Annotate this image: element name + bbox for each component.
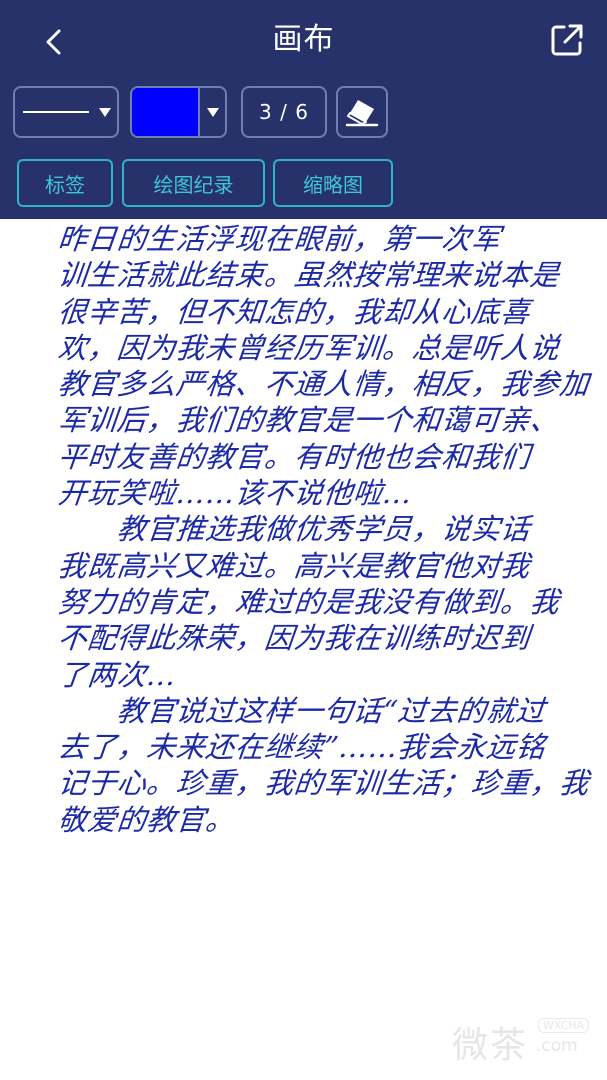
handwritten-line: 平时友善的教官。有时他也会和我们 [56,439,532,474]
color-select[interactable] [130,86,227,138]
handwritten-line: 敬爱的教官。 [56,802,237,837]
handwritten-line: 记于心。珍重，我的军训生活；珍重，我 [56,766,591,801]
handwritten-line: 努力的肯定，难过的是我没有做到。我 [56,584,562,619]
page-title: 画布 [272,22,335,57]
external-share-icon [551,24,583,56]
handwritten-line: 教官推选我做优秀学员，说实话 [56,512,532,547]
stroke-width-select[interactable] [13,86,119,138]
eraser-button[interactable] [336,86,388,138]
line-stroke-icon [23,111,89,113]
drawing-canvas[interactable]: 昨日的生活浮现在眼前，第一次军 训生活就此结束。虽然按常理来说本是 很辛苦，但不知怎… [0,219,607,1080]
dropdown-arrow-icon [207,108,219,117]
handwritten-line: 军训后，我们的教官是一个和蔼可亲、 [56,403,562,438]
app-header: 画布 3 / 6 标签 绘图纪录 缩略图 [0,0,607,219]
handwritten-line: 很辛苦，但不知怎的，我却从心底喜 [56,294,532,329]
handwritten-line: 我既高兴又难过。高兴是教官他对我 [56,548,532,583]
handwritten-line: 昨日的生活浮现在眼前，第一次军 [56,222,503,256]
handwritten-line: 开玩笑啦……该不说他啦… [56,476,414,511]
handwritten-line: 训生活就此结束。虽然按常理来说本是 [56,258,562,293]
handwritten-line: 教官多么严格、不通人情，相反，我参加 [56,367,591,402]
handwritten-line: 教官说过这样一句话“过去的就过 [56,693,548,728]
handwritten-line: 去了，未来还在继续”……我会永远铭 [56,730,548,765]
share-button[interactable] [545,18,589,62]
handwritten-line: 欢，因为我未曾经历军训。总是听人说 [56,330,562,365]
eraser-icon [345,100,379,127]
tab-tags[interactable]: 标签 [17,159,113,207]
divider [198,88,200,136]
color-swatch [132,88,198,136]
tab-drawing-history[interactable]: 绘图纪录 [122,159,265,207]
tab-thumbnails[interactable]: 缩略图 [273,159,393,207]
back-button[interactable] [34,22,74,62]
dropdown-arrow-icon [99,108,111,117]
handwritten-line: 不配得此殊荣，因为我在训练时迟到 [56,621,532,656]
handwritten-text: 昨日的生活浮现在眼前，第一次军 训生活就此结束。虽然按常理来说本是 很辛苦，但不知怎… [56,221,591,838]
chevron-left-icon [46,29,61,55]
handwritten-line: 了两次… [56,657,178,692]
page-counter[interactable]: 3 / 6 [241,86,327,138]
